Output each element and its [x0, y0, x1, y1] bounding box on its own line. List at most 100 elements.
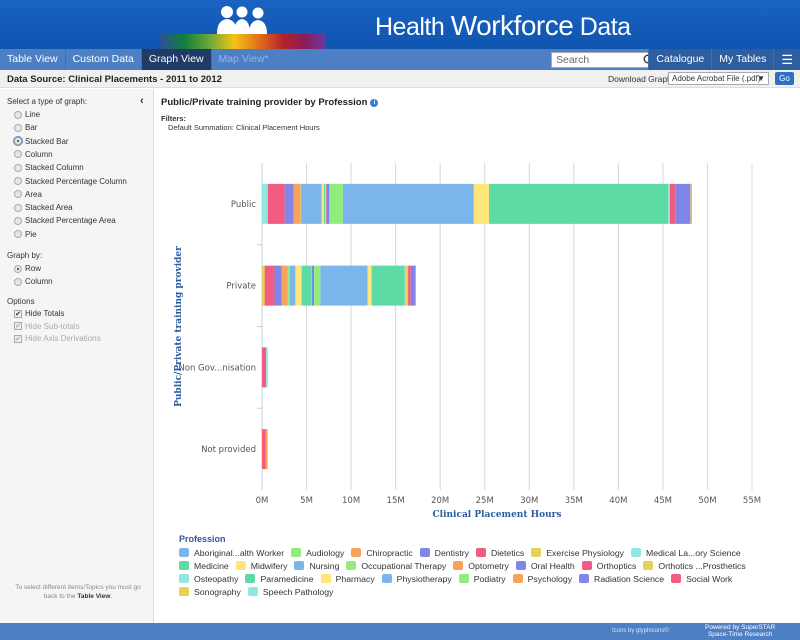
- bar-segment-social-work: [262, 347, 267, 388]
- graph-by-row[interactable]: Row: [14, 264, 41, 273]
- legend-item-speech-pathology[interactable]: Speech Pathology: [247, 586, 334, 597]
- menu-icon[interactable]: ☰: [773, 49, 800, 70]
- go-button[interactable]: Go: [775, 72, 794, 85]
- legend-swatch: [179, 561, 189, 570]
- legend-item-nursing[interactable]: Nursing: [294, 560, 339, 571]
- sidebar-note: To select different items/Topics you mus…: [15, 584, 141, 600]
- legend-swatch: [179, 548, 189, 557]
- legend-swatch: [512, 574, 523, 583]
- info-icon[interactable]: i: [370, 99, 379, 107]
- checkbox[interactable]: ✔: [14, 309, 22, 318]
- bar-segment-aboriginal-alth-worker: [691, 183, 692, 224]
- legend-swatch: [643, 561, 654, 570]
- graph-type-area[interactable]: Area: [14, 190, 42, 199]
- legend-item-sonography[interactable]: Sonography: [179, 586, 241, 597]
- option-label: Column: [25, 149, 53, 159]
- bar-segment-paramedicine: [301, 265, 312, 306]
- table-view-link[interactable]: Table View: [77, 593, 110, 600]
- radio-button[interactable]: [14, 190, 22, 199]
- my-tables-button[interactable]: My Tables: [711, 49, 773, 70]
- legend-item-podiatry[interactable]: Podiatry: [458, 573, 506, 584]
- options-label: Options: [7, 297, 35, 306]
- graph-type-bar[interactable]: Bar: [14, 123, 37, 132]
- graph-type-stacked-percentage-area[interactable]: Stacked Percentage Area: [14, 216, 116, 225]
- legend-item-oral-health[interactable]: Oral Health: [515, 560, 575, 571]
- graph-type-pie[interactable]: Pie: [14, 230, 37, 239]
- graph-by-column[interactable]: Column: [14, 277, 53, 286]
- legend-swatch: [320, 574, 331, 583]
- legend-item-radiation-science[interactable]: Radiation Science: [579, 573, 664, 584]
- graph-type-label: Select a type of graph:: [7, 97, 88, 106]
- legend-item-occupational-therapy[interactable]: Occupational Therapy: [346, 560, 446, 571]
- legend-label: Osteopathy: [194, 573, 239, 584]
- bar-segment-occupational-therapy: [329, 183, 343, 224]
- bar-segment-social-work: [262, 429, 266, 470]
- graph-type-stacked-percentage-column[interactable]: Stacked Percentage Column: [14, 177, 127, 186]
- legend-item-dietetics[interactable]: Dietetics: [475, 547, 524, 558]
- legend-swatch: [531, 548, 542, 557]
- legend-swatch: [515, 561, 526, 570]
- filters-label: Filters:: [161, 114, 187, 123]
- legend-item-optometry[interactable]: Optometry: [453, 560, 509, 571]
- radio-button[interactable]: [14, 163, 22, 172]
- legend-label: Pharmacy: [335, 573, 375, 584]
- radio-button[interactable]: [14, 203, 22, 212]
- collapse-sidebar-icon[interactable]: ‹: [140, 95, 144, 107]
- legend-swatch: [381, 574, 392, 583]
- option-label: Hide Axis Derivations: [25, 334, 101, 343]
- legend-item-osteopathy[interactable]: Osteopathy: [179, 573, 238, 584]
- legend-item-aboriginal-alth-worker[interactable]: Aboriginal...alth Worker: [179, 547, 284, 558]
- legend-item-psychology[interactable]: Psychology: [512, 573, 573, 584]
- radio-button[interactable]: [14, 216, 22, 225]
- legend-item-physiotherapy[interactable]: Physiotherapy: [381, 573, 452, 584]
- tab-custom-data[interactable]: Custom Data: [66, 49, 142, 70]
- download-format-select[interactable]: Adobe Acrobat File (.pdf) ▼: [668, 72, 769, 85]
- legend-swatch: [179, 574, 189, 583]
- radio-button[interactable]: [14, 264, 22, 273]
- legend-item-social-work[interactable]: Social Work: [671, 573, 732, 584]
- radio-button[interactable]: [14, 123, 22, 132]
- bar-segment-physiotherapy: [289, 265, 296, 306]
- legend-item-exercise-physiology[interactable]: Exercise Physiology: [531, 547, 624, 558]
- tab-table-view[interactable]: Table View: [0, 49, 66, 70]
- bar-segment-radiation-science: [274, 265, 282, 306]
- tab-graph-view[interactable]: Graph View: [141, 49, 212, 70]
- legend-label: Aboriginal...alth Worker: [194, 547, 285, 558]
- legend-item-paramedicine[interactable]: Paramedicine: [245, 573, 314, 584]
- x-tick-label: 55M: [743, 496, 761, 506]
- x-tick-label: 50M: [698, 496, 716, 506]
- search-input[interactable]: Search: [551, 52, 659, 68]
- graph-type-stacked-bar[interactable]: Stacked Bar: [14, 137, 69, 146]
- legend-item-midwifery[interactable]: Midwifery: [235, 560, 287, 571]
- catalogue-button[interactable]: Catalogue: [648, 49, 711, 70]
- legend-item-audiology[interactable]: Audiology: [291, 547, 344, 558]
- legend-label: Nursing: [309, 560, 340, 571]
- legend-item-orthoptics[interactable]: Orthoptics: [581, 560, 636, 571]
- legend-label: Psychology: [527, 573, 573, 584]
- legend-item-medical-la-ory-science[interactable]: Medical La...ory Science: [631, 547, 741, 558]
- radio-button[interactable]: [14, 110, 22, 119]
- glyphicons-credit[interactable]: Icons by glyphicons©: [612, 628, 669, 634]
- graph-type-stacked-column[interactable]: Stacked Column: [14, 163, 84, 172]
- legend-label: Speech Pathology: [262, 586, 334, 597]
- graph-type-column[interactable]: Column: [14, 150, 53, 159]
- x-tick-label: 5M: [300, 496, 313, 506]
- radio-button[interactable]: [14, 277, 22, 286]
- radio-button[interactable]: [14, 177, 22, 185]
- dropdown-arrow-icon: ▼: [757, 74, 765, 83]
- radio-button[interactable]: [14, 230, 22, 239]
- radio-button[interactable]: [14, 150, 22, 159]
- legend-item-dentistry[interactable]: Dentistry: [419, 547, 469, 558]
- bar-segment-podiatry: [287, 265, 290, 306]
- legend-item-chiropractic[interactable]: Chiropractic: [351, 547, 413, 558]
- legend-item-medicine[interactable]: Medicine: [179, 560, 229, 571]
- radio-button[interactable]: [14, 137, 22, 146]
- graph-type-stacked-area[interactable]: Stacked Area: [14, 203, 73, 212]
- legend-item-pharmacy[interactable]: Pharmacy: [320, 573, 375, 584]
- graph-type-line[interactable]: Line: [14, 110, 40, 119]
- powered-by: Powered by SuperSTAR Space-Time Research: [705, 624, 776, 638]
- option-hide-totals[interactable]: ✔ Hide Totals: [14, 309, 64, 318]
- legend-item-orthotics-prosthetics[interactable]: Orthotics ...Prosthetics: [643, 560, 746, 571]
- legend-label: Radiation Science: [594, 573, 665, 584]
- bar-segment-nursing: [320, 265, 368, 306]
